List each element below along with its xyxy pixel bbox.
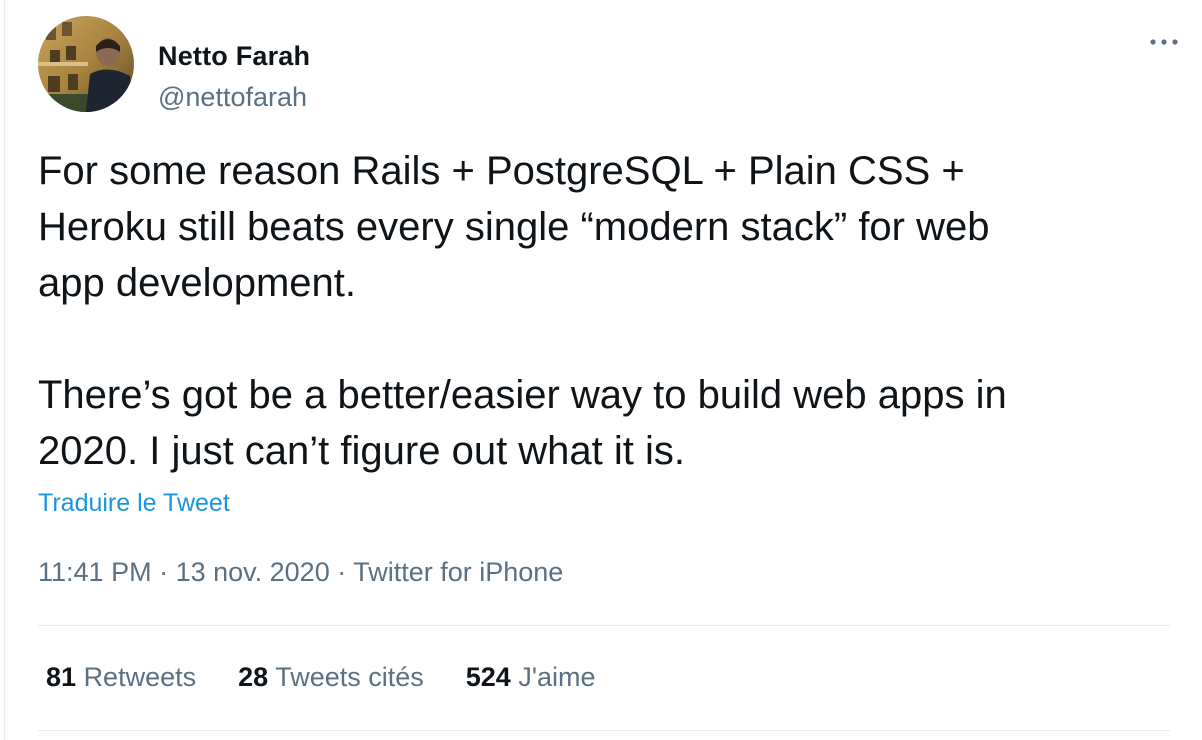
quote-tweets-stat[interactable]: 28 Tweets cités <box>238 662 424 693</box>
avatar[interactable] <box>38 16 134 112</box>
author-display-name[interactable]: Netto Farah <box>158 41 310 72</box>
retweets-label: Retweets <box>83 662 197 692</box>
quote-tweets-count: 28 <box>238 662 269 692</box>
tweet-date[interactable]: 13 nov. 2020 <box>176 557 330 587</box>
tweet-stats: 81 Retweets 28 Tweets cités 524 J'aime <box>46 662 638 693</box>
more-horizontal-icon[interactable] <box>1146 30 1182 54</box>
divider <box>38 730 1170 731</box>
translate-tweet-link[interactable]: Traduire le Tweet <box>38 489 230 518</box>
likes-count: 524 <box>465 662 511 692</box>
author-handle[interactable]: @nettofarah <box>158 82 307 113</box>
tweet-header: Netto Farah @nettofarah <box>38 16 1182 114</box>
avatar-photo <box>38 16 134 112</box>
likes-label: J'aime <box>518 662 596 692</box>
retweets-stat[interactable]: 81 Retweets <box>46 662 196 693</box>
likes-stat[interactable]: 524 J'aime <box>466 662 596 693</box>
divider <box>38 625 1170 626</box>
tweet-time[interactable]: 11:41 PM <box>38 557 152 587</box>
tweet-source[interactable]: Twitter for iPhone <box>353 557 563 587</box>
quote-tweets-label: Tweets cités <box>275 662 424 692</box>
meta-separator: · <box>151 557 176 587</box>
meta-separator: · <box>329 557 354 587</box>
tweet-text: For some reason Rails + PostgreSQL + Pla… <box>38 149 1007 473</box>
tweet-metadata: 11:41 PM · 13 nov. 2020 · Twitter for iP… <box>38 557 563 588</box>
timeline-border <box>4 0 5 740</box>
retweets-count: 81 <box>46 662 77 692</box>
